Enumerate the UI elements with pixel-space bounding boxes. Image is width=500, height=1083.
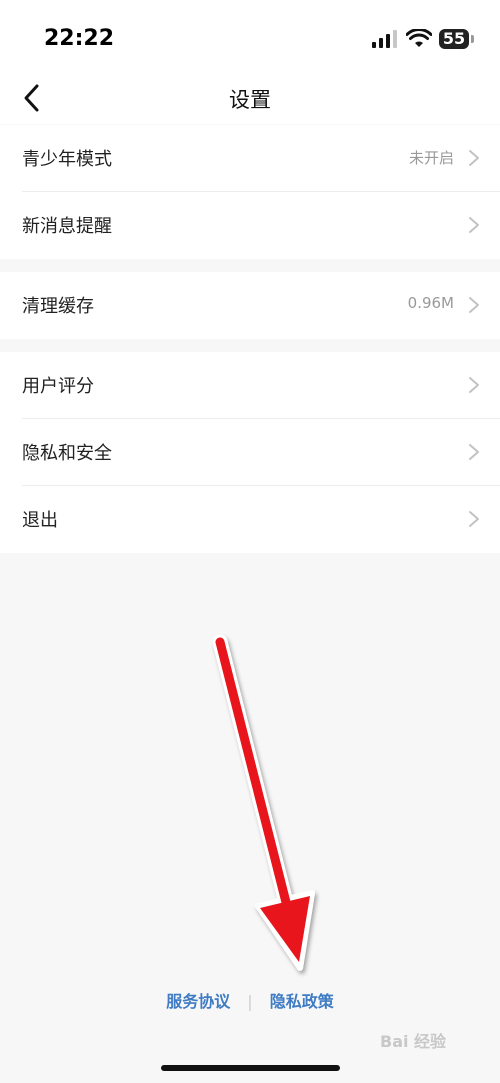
setting-row-youth-mode[interactable]: 青少年模式 未开启 — [0, 125, 500, 192]
settings-group-1: 青少年模式 未开启 新消息提醒 — [0, 125, 500, 259]
wifi-icon — [406, 29, 432, 47]
chevron-right-icon — [469, 297, 479, 313]
cellular-signal-icon — [372, 30, 397, 48]
setting-label: 隐私和安全 — [22, 443, 112, 464]
privacy-policy-link[interactable]: 隐私政策 — [270, 992, 334, 1011]
battery-tip — [471, 35, 474, 43]
nav-bar: 设置 — [0, 80, 500, 124]
setting-row-user-rating[interactable]: 用户评分 — [0, 352, 500, 419]
chevron-right-icon — [469, 150, 479, 166]
settings-group-3: 用户评分 隐私和安全 退出 — [0, 352, 500, 553]
setting-row-clear-cache[interactable]: 清理缓存 0.96M — [0, 272, 500, 339]
setting-label: 用户评分 — [22, 376, 94, 397]
cache-size-value: 0.96M — [407, 294, 454, 312]
status-bar: 22:22 55 — [0, 0, 500, 80]
setting-row-message-alerts[interactable]: 新消息提醒 — [0, 192, 500, 259]
setting-label: 清理缓存 — [22, 296, 94, 317]
chevron-right-icon — [469, 444, 479, 460]
setting-label: 青少年模式 — [22, 149, 112, 170]
battery-indicator: 55 — [439, 29, 469, 49]
arrow-shaft — [215, 637, 295, 923]
service-agreement-link[interactable]: 服务协议 — [166, 992, 230, 1011]
arrow-head — [260, 896, 310, 962]
settings-group-2: 清理缓存 0.96M — [0, 272, 500, 339]
setting-row-logout[interactable]: 退出 — [0, 486, 500, 553]
page-title: 设置 — [229, 88, 271, 112]
setting-value: 未开启 — [408, 149, 454, 167]
setting-label: 新消息提醒 — [22, 216, 112, 237]
setting-label: 退出 — [22, 510, 58, 531]
chevron-right-icon — [469, 511, 479, 527]
status-time: 22:22 — [44, 26, 115, 51]
link-separator: | — [247, 992, 253, 1011]
footer-links: 服务协议 | 隐私政策 — [0, 988, 500, 1012]
chevron-right-icon — [469, 377, 479, 393]
baidu-jingyan-watermark: Bai 经验 — [380, 1032, 447, 1051]
home-indicator[interactable] — [161, 1065, 340, 1071]
setting-row-privacy-security[interactable]: 隐私和安全 — [0, 419, 500, 486]
chevron-right-icon — [469, 217, 479, 233]
